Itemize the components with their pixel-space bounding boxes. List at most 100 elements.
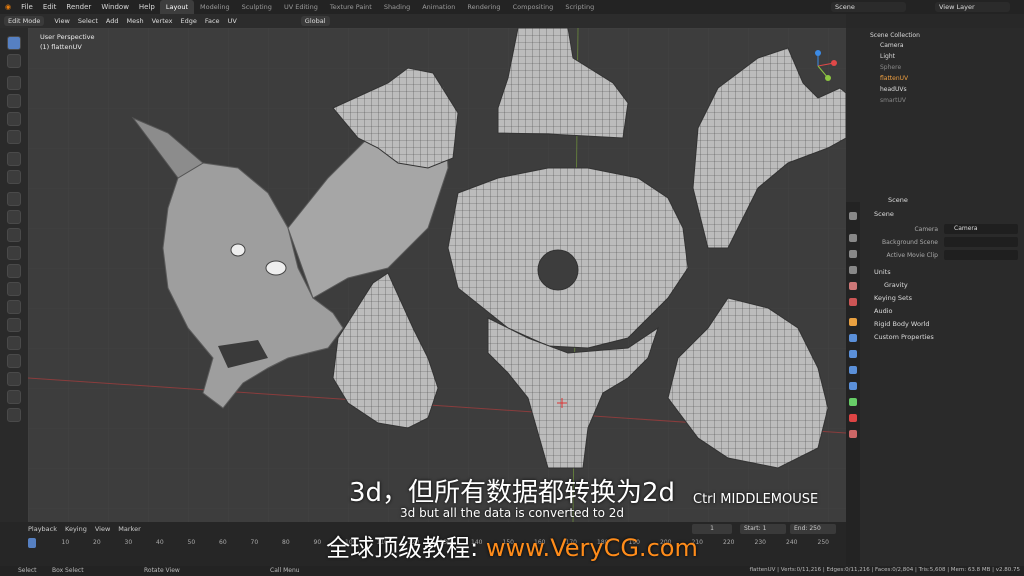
background-scene-field[interactable] (944, 237, 1018, 247)
status-select: Select (18, 567, 37, 574)
menu-render[interactable]: Render (61, 0, 96, 14)
object-tab-icon[interactable] (849, 318, 857, 326)
inset-icon[interactable] (7, 228, 21, 242)
menu-help[interactable]: Help (134, 0, 160, 14)
outliner-item-headuvs[interactable]: headUVs (880, 86, 907, 93)
rigid-body-world-section[interactable]: Rigid Body World (874, 320, 930, 328)
select-box-icon[interactable] (7, 36, 21, 50)
outliner-item-camera[interactable]: Camera (880, 42, 904, 49)
menu-file[interactable]: File (16, 0, 38, 14)
annotate-icon[interactable] (7, 152, 21, 166)
menu-mesh[interactable]: Mesh (122, 17, 147, 25)
modifier-tab-icon[interactable] (849, 334, 857, 342)
scene-selector[interactable]: Scene (831, 2, 906, 12)
blender-logo-icon[interactable]: ◉ (0, 0, 16, 14)
menu-vertex[interactable]: Vertex (148, 17, 177, 25)
physics-tab-icon[interactable] (849, 366, 857, 374)
orientation-dropdown[interactable]: Global (300, 16, 330, 26)
status-call-menu: Call Menu (270, 567, 300, 574)
subtitle-chinese: 3d，但所有数据都转换为2d (348, 478, 676, 508)
active-movie-clip-label: Active Movie Clip (886, 252, 938, 259)
outliner: Scene Collection Camera Light Sphere fla… (846, 28, 1024, 198)
loop-cut-icon[interactable] (7, 264, 21, 278)
output-tab-icon[interactable] (849, 250, 857, 258)
rip-region-icon[interactable] (7, 408, 21, 422)
3d-viewport[interactable]: User Perspective (1) flattenUV (28, 28, 846, 522)
menu-window[interactable]: Window (96, 0, 134, 14)
tab-uv-editing[interactable]: UV Editing (278, 0, 324, 14)
render-tab-icon[interactable] (849, 234, 857, 242)
constraints-tab-icon[interactable] (849, 382, 857, 390)
spin-icon[interactable] (7, 318, 21, 332)
tool-tab-icon[interactable] (849, 212, 857, 220)
menu-edit[interactable]: Edit (38, 0, 62, 14)
menu-view[interactable]: View (50, 17, 73, 25)
active-movie-clip-field[interactable] (944, 250, 1018, 260)
camera-label: Camera (914, 226, 938, 233)
outliner-item-sphere[interactable]: Sphere (880, 64, 901, 71)
mode-dropdown[interactable]: Edit Mode (4, 16, 45, 26)
audio-section[interactable]: Audio (874, 307, 892, 315)
tab-rendering[interactable]: Rendering (461, 0, 506, 14)
watermark-url: www.VeryCG.com (485, 534, 698, 562)
particles-tab-icon[interactable] (849, 350, 857, 358)
measure-icon[interactable] (7, 170, 21, 184)
scene-section-header[interactable]: Scene (874, 210, 894, 218)
scene-collection-label[interactable]: Scene Collection (870, 32, 920, 39)
texture-tab-icon[interactable] (849, 430, 857, 438)
tab-sculpting[interactable]: Sculpting (236, 0, 278, 14)
uv-mouth-hole (537, 249, 579, 291)
knife-icon[interactable] (7, 282, 21, 296)
status-stats: flattenUV | Verts:0/11,216 | Edges:0/11,… (749, 567, 1020, 573)
scale-icon[interactable] (7, 112, 21, 126)
shrink-fatten-icon[interactable] (7, 372, 21, 386)
gravity-checkbox[interactable]: Gravity (884, 281, 908, 289)
menu-face[interactable]: Face (201, 17, 224, 25)
tab-compositing[interactable]: Compositing (507, 0, 560, 14)
poly-build-icon[interactable] (7, 300, 21, 314)
camera-field[interactable]: Camera (944, 224, 1018, 234)
key-hint: Ctrl MIDDLEMOUSE (693, 492, 819, 507)
menu-add[interactable]: Add (102, 17, 123, 25)
tab-scripting[interactable]: Scripting (559, 0, 600, 14)
smooth-icon[interactable] (7, 336, 21, 350)
transform-icon[interactable] (7, 130, 21, 144)
menu-uv[interactable]: UV (224, 17, 241, 25)
view-layer-selector[interactable]: View Layer (935, 2, 1010, 12)
world-tab-icon[interactable] (849, 298, 857, 306)
status-box-select: Box Select (52, 567, 84, 574)
outliner-item-flattenuv[interactable]: flattenUV (880, 75, 908, 82)
shear-icon[interactable] (7, 390, 21, 404)
custom-properties-section[interactable]: Custom Properties (874, 333, 934, 341)
view-layer-tab-icon[interactable] (849, 266, 857, 274)
tab-texture-paint[interactable]: Texture Paint (324, 0, 378, 14)
background-scene-label: Background Scene (882, 239, 938, 246)
outliner-item-light[interactable]: Light (880, 53, 895, 60)
watermark-text: 全球顶级教程: (326, 534, 486, 562)
units-section[interactable]: Units (874, 268, 891, 276)
rotate-icon[interactable] (7, 94, 21, 108)
viewport-header: Edit Mode View Select Add Mesh Vertex Ed… (0, 14, 846, 28)
tab-animation[interactable]: Animation (416, 0, 461, 14)
edge-slide-icon[interactable] (7, 354, 21, 368)
scene-tab-icon[interactable] (849, 282, 857, 290)
tab-shading[interactable]: Shading (378, 0, 416, 14)
viewport-scene (28, 28, 846, 522)
bevel-icon[interactable] (7, 246, 21, 260)
subtitle-english: 3d but all the data is converted to 2d (400, 506, 624, 520)
cursor-icon[interactable] (7, 54, 21, 68)
outliner-item-smartuv[interactable]: smartUV (880, 97, 906, 104)
tab-modeling[interactable]: Modeling (194, 0, 236, 14)
menu-select[interactable]: Select (74, 17, 102, 25)
object-name-label: (1) flattenUV (40, 43, 82, 51)
move-icon[interactable] (7, 76, 21, 90)
status-bar: Select Box Select Rotate View Call Menu … (0, 566, 1024, 576)
watermark: 全球顶级教程: www.VeryCG.com (0, 528, 1024, 563)
extrude-icon[interactable] (7, 210, 21, 224)
menu-edge[interactable]: Edge (177, 17, 201, 25)
tab-layout[interactable]: Layout (159, 0, 194, 14)
data-tab-icon[interactable] (849, 398, 857, 406)
add-cube-icon[interactable] (7, 192, 21, 206)
keying-sets-section[interactable]: Keying Sets (874, 294, 912, 302)
material-tab-icon[interactable] (849, 414, 857, 422)
